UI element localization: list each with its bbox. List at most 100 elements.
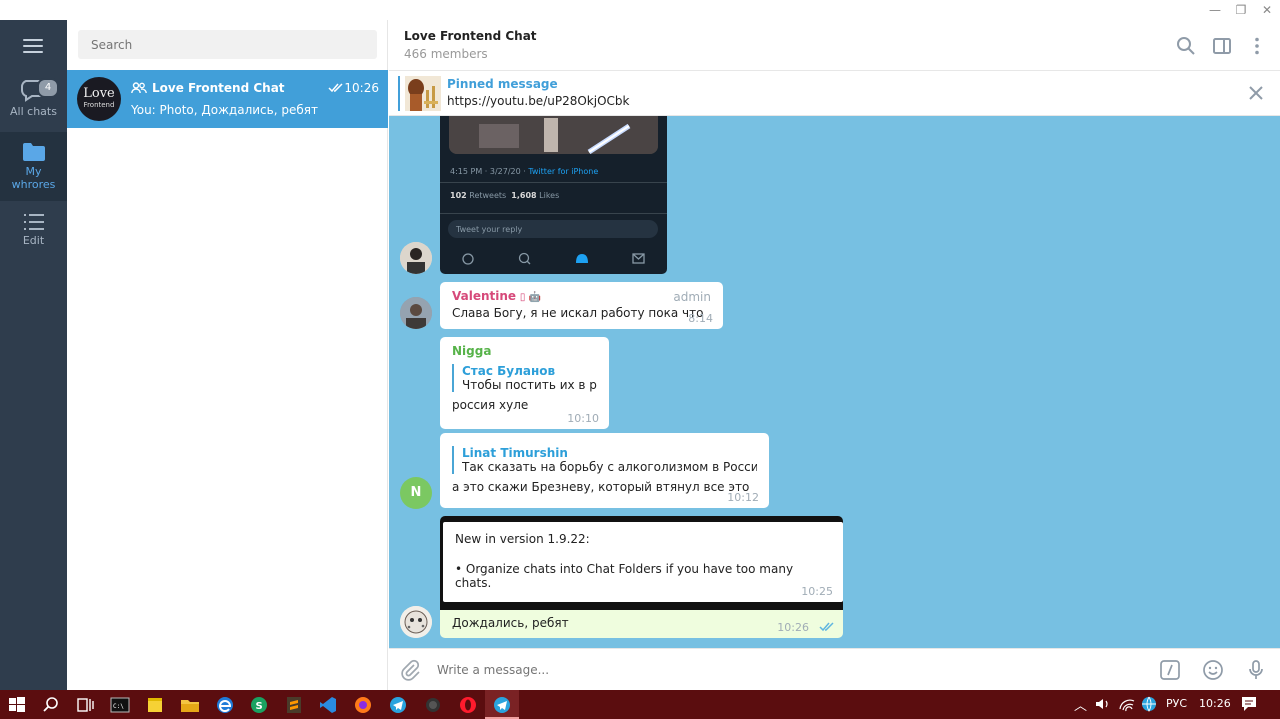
edge-browser-icon[interactable] bbox=[214, 694, 236, 716]
tweet-timestamp: 4:15 PM · 3/27/20 · bbox=[450, 167, 526, 176]
close-icon[interactable] bbox=[1248, 85, 1264, 101]
tweet-stats: 102 Retweets 1,608 Likes bbox=[450, 191, 559, 200]
notification-center-icon[interactable] bbox=[1240, 695, 1258, 713]
retweets-label: Retweets bbox=[469, 191, 507, 200]
pinned-thumbnail bbox=[405, 76, 441, 111]
message-text: Слава Богу, я не искал работу пока что bbox=[452, 306, 704, 320]
folders-sidebar: 4 All chats My whrores Edit bbox=[0, 20, 67, 690]
message-time: 10:10 bbox=[567, 412, 599, 425]
message-input[interactable] bbox=[437, 663, 1137, 677]
chat-time: 10:26 bbox=[344, 81, 379, 95]
message-text: а это скажи Брезневу, который втянул все… bbox=[452, 480, 750, 494]
language-indicator[interactable]: РУС bbox=[1166, 697, 1187, 710]
sticky-notes-icon[interactable] bbox=[144, 694, 166, 716]
windows-taskbar: C:\ S ︿ РУС 10:26 bbox=[0, 690, 1280, 719]
reply-author: Linat Timurshin bbox=[462, 446, 568, 460]
window-controls: — ❐ ✕ bbox=[1202, 0, 1280, 20]
network-icon[interactable] bbox=[1118, 695, 1136, 713]
obs-icon[interactable] bbox=[422, 694, 444, 716]
emoji-icon[interactable] bbox=[1202, 659, 1224, 681]
user-avatar[interactable] bbox=[400, 242, 432, 274]
volume-icon[interactable] bbox=[1094, 695, 1112, 713]
more-options-icon[interactable] bbox=[1247, 36, 1267, 56]
tweet-action-icons bbox=[462, 252, 645, 265]
photo-message-frame[interactable]: New in version 1.9.22: • Organize chats … bbox=[440, 516, 843, 610]
reply-quote[interactable]: Стас Буланов Чтобы постить их в р... bbox=[452, 364, 597, 392]
likes-label: Likes bbox=[539, 191, 560, 200]
message-bubble[interactable]: Valentine ▯ 🤖 admin Слава Богу, я не иск… bbox=[440, 282, 723, 329]
bot-commands-icon[interactable] bbox=[1159, 659, 1181, 681]
search-input[interactable] bbox=[78, 30, 377, 59]
group-icon bbox=[131, 82, 147, 94]
sublime-text-icon[interactable] bbox=[283, 694, 305, 716]
telegram-icon[interactable] bbox=[387, 694, 409, 716]
message-sender[interactable]: Nigga bbox=[452, 344, 597, 358]
opera-icon[interactable] bbox=[457, 694, 479, 716]
reply-quote[interactable]: Linat Timurshin Так сказать на борьбу с … bbox=[452, 446, 757, 474]
user-avatar[interactable]: N bbox=[400, 477, 432, 509]
file-explorer-icon[interactable] bbox=[179, 694, 201, 716]
restore-button[interactable]: ❐ bbox=[1228, 0, 1254, 20]
tweet-meta: 4:15 PM · 3/27/20 · Twitter for iPhone bbox=[450, 167, 598, 176]
green-app-icon[interactable]: S bbox=[248, 694, 270, 716]
message-bubble[interactable]: Linat Timurshin Так сказать на борьбу с … bbox=[440, 433, 769, 508]
folder-label-edit: Edit bbox=[22, 234, 45, 247]
svg-text:C:\: C:\ bbox=[113, 703, 124, 710]
terminal-icon[interactable]: C:\ bbox=[109, 694, 131, 716]
close-window-button[interactable]: ✕ bbox=[1254, 0, 1280, 20]
message-time: 10:12 bbox=[727, 491, 759, 504]
task-view-icon[interactable] bbox=[74, 694, 96, 716]
user-avatar[interactable] bbox=[400, 297, 432, 329]
chat-header: Love Frontend Chat 466 members bbox=[389, 20, 1280, 71]
message-text: Дождались, ребят bbox=[452, 616, 569, 630]
folder-label-my-whrores: My whrores bbox=[11, 165, 56, 191]
search-icon[interactable] bbox=[1176, 36, 1196, 56]
pinned-link[interactable]: https://youtu.be/uP28OkjOCbk bbox=[447, 94, 629, 108]
avatar-text-line2: Frontend bbox=[83, 101, 115, 109]
likes-count: 1,608 bbox=[511, 191, 537, 200]
double-check-icon bbox=[819, 622, 834, 632]
sidebar-toggle-icon[interactable] bbox=[1212, 36, 1232, 56]
message-sender[interactable]: Valentine bbox=[452, 289, 516, 303]
attach-icon[interactable] bbox=[399, 659, 421, 681]
minimize-button[interactable]: — bbox=[1202, 0, 1228, 20]
telegram-active-icon[interactable] bbox=[491, 694, 513, 716]
chat-members-count: 466 members bbox=[404, 47, 488, 61]
user-avatar[interactable] bbox=[400, 606, 432, 638]
search-icon[interactable] bbox=[40, 694, 62, 716]
list-edit-icon bbox=[23, 214, 44, 230]
tweet-reply-box: Tweet your reply bbox=[448, 220, 658, 238]
firefox-icon[interactable] bbox=[352, 694, 374, 716]
sender-badge-icon: ▯ 🤖 bbox=[519, 292, 542, 303]
globe-icon[interactable] bbox=[1140, 695, 1158, 713]
unread-badge: 4 bbox=[37, 78, 59, 98]
reply-text: Так сказать на борьбу с алкоголизмом в Р… bbox=[462, 460, 757, 474]
tweet-source: Twitter for iPhone bbox=[528, 167, 599, 176]
message-time: 8:14 bbox=[688, 312, 713, 325]
folder-all-chats[interactable]: 4 All chats bbox=[0, 78, 67, 124]
clock[interactable]: 10:26 bbox=[1199, 697, 1231, 710]
version-note: New in version 1.9.22: • Organize chats … bbox=[443, 522, 843, 602]
pinned-message-bar[interactable]: Pinned message https://youtu.be/uP28OkjO… bbox=[389, 71, 1280, 116]
window-titlebar: — ❐ ✕ bbox=[0, 0, 1280, 20]
message-composer bbox=[389, 648, 1280, 690]
tray-expand-icon[interactable]: ︿ bbox=[1074, 695, 1087, 714]
message-bubble-own[interactable]: Дождались, ребят 10:26 bbox=[440, 610, 843, 638]
double-check-icon bbox=[328, 83, 343, 93]
tweet-video-frame bbox=[449, 116, 658, 154]
chat-list-panel: Love Frontend Love Frontend Chat 10:26 Y… bbox=[67, 20, 388, 690]
folder-edit[interactable]: Edit bbox=[0, 213, 67, 259]
message-bubble[interactable]: Nigga Стас Буланов Чтобы постить их в р.… bbox=[440, 337, 609, 429]
main-menu-icon[interactable] bbox=[23, 39, 43, 53]
chat-row-love-frontend[interactable]: Love Frontend Love Frontend Chat 10:26 Y… bbox=[67, 70, 388, 128]
microphone-icon[interactable] bbox=[1245, 659, 1267, 681]
version-title: New in version 1.9.22: bbox=[455, 532, 590, 546]
reply-text: Чтобы постить их в р... bbox=[462, 378, 597, 392]
vscode-icon[interactable] bbox=[317, 694, 339, 716]
messages-area: 4:15 PM · 3/27/20 · Twitter for iPhone 1… bbox=[389, 116, 1280, 648]
chat-title[interactable]: Love Frontend Chat bbox=[404, 29, 537, 43]
photo-message-tweet-screenshot[interactable]: 4:15 PM · 3/27/20 · Twitter for iPhone 1… bbox=[440, 116, 667, 274]
folder-icon bbox=[22, 143, 45, 161]
windows-start-icon[interactable] bbox=[6, 694, 28, 716]
folder-my-whrores[interactable]: My whrores bbox=[0, 132, 67, 201]
